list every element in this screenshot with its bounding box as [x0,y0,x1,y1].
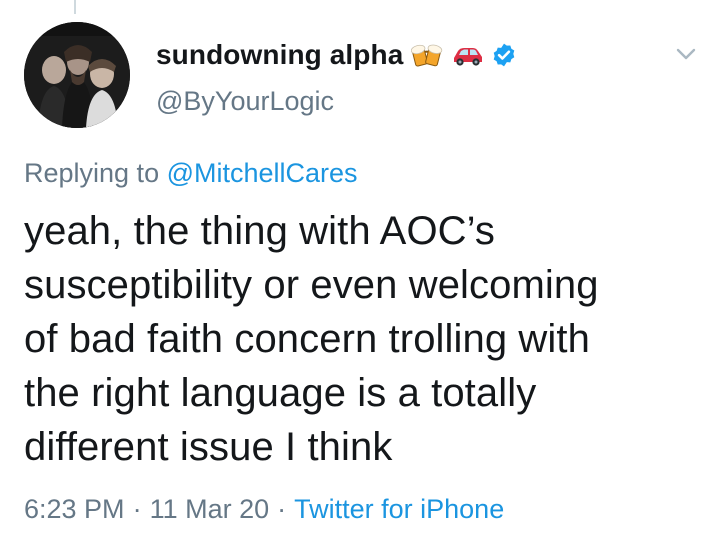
author-display-name[interactable]: sundowning alpha [156,39,403,71]
replying-to-handle-link[interactable]: @MitchellCares [167,158,358,188]
tweet-text: yeah, the thing with AOC’s susceptibilit… [24,204,684,474]
tweet-date[interactable]: 11 Mar 20 [150,494,270,524]
tweet-text-line: susceptibility or even welcoming [24,263,599,307]
tweet-text-line: yeah, the thing with AOC’s [24,209,496,253]
avatar-photo [24,22,130,128]
verified-badge-icon [491,42,517,68]
beer-mugs-icon [411,41,443,69]
author-name-row[interactable]: sundowning alpha [156,38,517,72]
avatar[interactable] [24,22,130,128]
replying-to-line: Replying to @MitchellCares [24,158,358,189]
tweet-text-line: different issue I think [24,425,393,469]
meta-separator: · [277,494,287,524]
tweet-source-link[interactable]: Twitter for iPhone [294,494,504,524]
chevron-down-icon[interactable] [672,44,700,64]
tweet-time[interactable]: 6:23 PM [24,494,125,524]
replying-to-prefix: Replying to [24,158,160,188]
tweet-text-line: of bad faith concern trolling with [24,317,590,361]
tweet-meta: 6:23 PM · 11 Mar 20 · Twitter for iPhone [24,494,504,525]
meta-separator: · [132,494,142,524]
car-icon [451,43,485,67]
author-handle[interactable]: @ByYourLogic [156,86,334,117]
tweet-text-line: the right language is a totally [24,371,537,415]
thread-connector-line [74,0,76,14]
